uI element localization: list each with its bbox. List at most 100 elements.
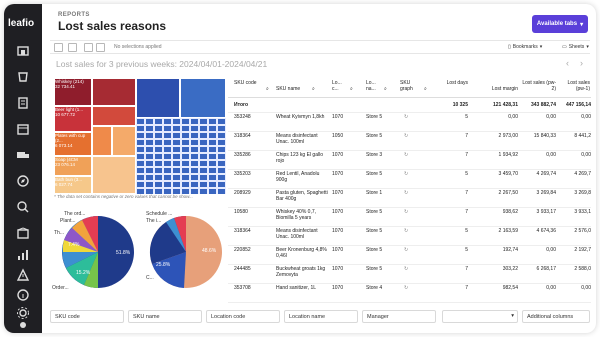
treemap-cell[interactable]	[181, 174, 190, 181]
treemap-cell[interactable]	[208, 125, 217, 132]
treemap-cell[interactable]	[190, 118, 199, 125]
table-cell-code[interactable]: 335203	[234, 171, 264, 177]
treemap-cell[interactable]	[154, 132, 163, 139]
pie-chart-left[interactable]: 51.8% 15.2% 7.4%	[58, 212, 138, 292]
filter-location-code[interactable]: Location code	[206, 310, 280, 323]
back-icon[interactable]	[84, 43, 93, 52]
treemap-cell[interactable]	[163, 153, 172, 160]
treemap-cell[interactable]	[199, 139, 208, 146]
treemap-cell[interactable]	[92, 126, 112, 156]
treemap-cell[interactable]	[154, 174, 163, 181]
treemap-cell[interactable]	[181, 153, 190, 160]
treemap-cell[interactable]	[208, 146, 217, 153]
table-cell-code[interactable]: 353708	[234, 285, 264, 291]
treemap-cell[interactable]	[112, 126, 136, 156]
table-cell-name[interactable]: Chips 123 kg El gallo rojo	[276, 152, 328, 170]
treemap-cell[interactable]	[92, 106, 136, 126]
filter-sku-code[interactable]: SKU code	[50, 310, 124, 323]
document-icon[interactable]	[16, 96, 30, 110]
treemap-cell[interactable]	[199, 153, 208, 160]
treemap-cell[interactable]	[190, 160, 199, 167]
warning-icon[interactable]	[16, 268, 30, 282]
treemap-cell[interactable]	[163, 118, 172, 125]
col-header-lost-sales-pw1[interactable]: Lost sales (pw-1)	[558, 80, 590, 92]
table-cell-name[interactable]: Beer Kronenburg 4,8% 0,46l	[276, 247, 328, 265]
table-cell-code[interactable]: 335286	[234, 152, 264, 158]
table-cell-name[interactable]: Pasta gluten, Spaghetti Bar 400g	[276, 190, 328, 208]
treemap-cell[interactable]	[208, 167, 217, 174]
compass-icon[interactable]	[16, 174, 30, 188]
bookmarks-button[interactable]: ▯ Bookmarks ▾	[508, 44, 542, 50]
treemap-cell[interactable]	[217, 174, 226, 181]
treemap-cell[interactable]	[217, 167, 226, 174]
store-icon[interactable]	[16, 44, 30, 58]
treemap-cell[interactable]	[190, 153, 199, 160]
treemap-cell[interactable]	[154, 139, 163, 146]
col-header-lost-sales-pw2[interactable]: Lost sales (pw-2)	[520, 80, 556, 92]
sku-graph-icon[interactable]: ↻	[404, 133, 408, 139]
calendar-icon[interactable]	[16, 122, 30, 136]
treemap-cell[interactable]	[163, 174, 172, 181]
table-cell-code[interactable]: 244485	[234, 266, 264, 272]
sku-graph-icon[interactable]: ↻	[404, 209, 408, 215]
treemap-cell[interactable]	[208, 174, 217, 181]
box-icon[interactable]	[16, 226, 30, 240]
treemap-cell[interactable]	[181, 125, 190, 132]
treemap-cell[interactable]	[199, 167, 208, 174]
col-header-sku-code[interactable]: SKU code	[234, 80, 264, 86]
treemap-cell[interactable]	[154, 160, 163, 167]
treemap-cell[interactable]	[145, 125, 154, 132]
treemap-cell[interactable]	[199, 146, 208, 153]
treemap-cell[interactable]	[145, 132, 154, 139]
table-cell-name[interactable]: Red Lentil, Anadolu 900g	[276, 171, 328, 189]
smart-search-icon[interactable]	[54, 43, 63, 52]
treemap-cell[interactable]	[163, 132, 172, 139]
user-icon[interactable]	[16, 320, 30, 333]
treemap-cell[interactable]	[217, 125, 226, 132]
treemap-cell[interactable]	[208, 181, 217, 188]
treemap-cell[interactable]	[145, 174, 154, 181]
treemap-cell[interactable]	[163, 146, 172, 153]
treemap-cell[interactable]	[145, 146, 154, 153]
treemap-cell[interactable]	[136, 139, 145, 146]
treemap-cell[interactable]	[136, 146, 145, 153]
forward-icon[interactable]	[96, 43, 105, 52]
sheets-button[interactable]: ▭ Sheets ▾	[562, 44, 589, 50]
sku-graph-icon[interactable]: ↻	[404, 285, 408, 291]
treemap-cell[interactable]	[172, 139, 181, 146]
filter-location-name[interactable]: Location name	[284, 310, 358, 323]
treemap-cell[interactable]	[92, 156, 136, 194]
treemap-cell[interactable]	[190, 181, 199, 188]
selections-tool-icon[interactable]	[68, 43, 77, 52]
sku-graph-icon[interactable]: ↻	[404, 114, 408, 120]
treemap-cell[interactable]	[181, 160, 190, 167]
treemap-cell[interactable]	[172, 146, 181, 153]
treemap-cell[interactable]	[190, 132, 199, 139]
treemap-cell[interactable]	[217, 153, 226, 160]
search-icon[interactable]: ⌕	[424, 86, 427, 92]
treemap-cell[interactable]	[199, 132, 208, 139]
table-cell-code[interactable]: 10580	[234, 209, 264, 215]
col-header-sku-graph[interactable]: SKU graph	[400, 80, 422, 92]
treemap-cell[interactable]	[181, 139, 190, 146]
treemap-cell[interactable]	[145, 181, 154, 188]
filter-manager[interactable]: Manager	[362, 310, 436, 323]
cup-icon[interactable]	[16, 70, 30, 84]
treemap-cell[interactable]	[172, 174, 181, 181]
treemap-cell[interactable]	[199, 125, 208, 132]
treemap-cell[interactable]	[163, 139, 172, 146]
treemap-cell[interactable]	[154, 146, 163, 153]
treemap-cell[interactable]	[181, 181, 190, 188]
app-logo[interactable]: leafio	[8, 18, 40, 29]
treemap-cell[interactable]	[172, 181, 181, 188]
treemap-cell[interactable]	[136, 167, 145, 174]
sku-graph-icon[interactable]: ↻	[404, 266, 408, 272]
sku-graph-icon[interactable]: ↻	[404, 190, 408, 196]
sku-graph-icon[interactable]: ↻	[404, 228, 408, 234]
table-cell-name[interactable]: Wheat Kyivmyn 1,8kh	[276, 114, 328, 132]
treemap-cell[interactable]	[172, 167, 181, 174]
search-icon[interactable]: ⌕	[350, 86, 353, 92]
treemap-cell[interactable]	[208, 153, 217, 160]
table-cell-code[interactable]: 353248	[234, 114, 264, 120]
info-icon[interactable]	[16, 288, 30, 302]
